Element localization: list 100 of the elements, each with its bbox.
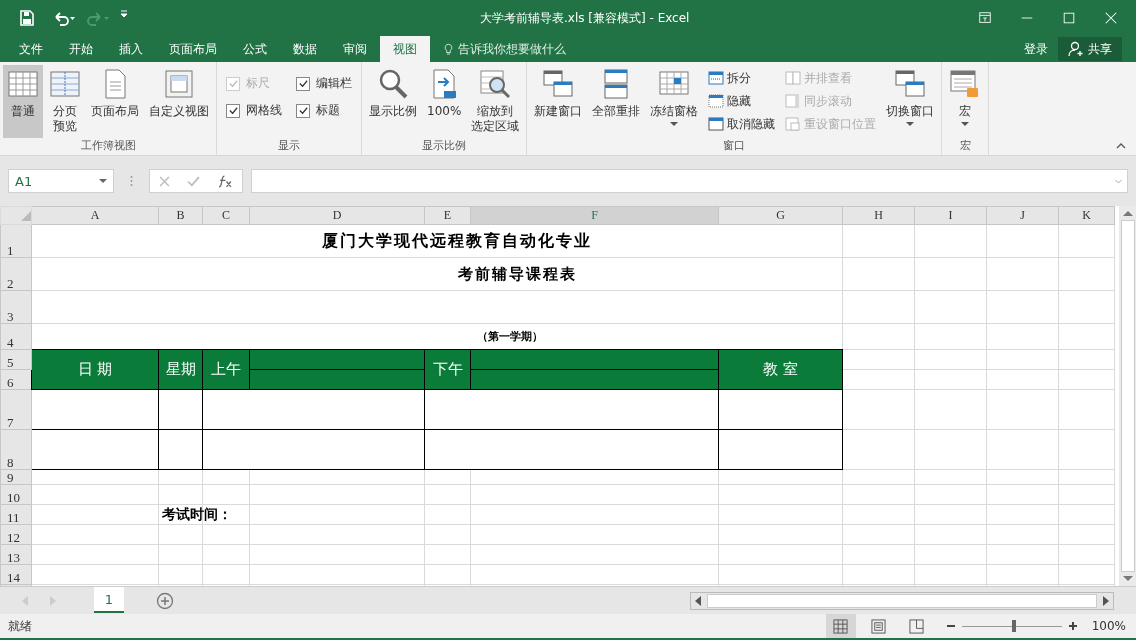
caret-icon bbox=[120, 10, 128, 18]
grid-icon bbox=[7, 68, 39, 100]
scroll-up-icon[interactable] bbox=[1122, 210, 1133, 216]
group-label: 宏 bbox=[958, 138, 972, 154]
row-header[interactable]: 8 bbox=[0, 429, 32, 470]
row-header[interactable]: 6 bbox=[0, 369, 32, 390]
checkbox[interactable]: 编辑栏 bbox=[296, 75, 352, 92]
ribbon-button[interactable]: 缩放到 选定区域 bbox=[467, 65, 524, 138]
vertical-scrollbar[interactable] bbox=[1119, 206, 1136, 586]
column-header[interactable]: J bbox=[986, 206, 1059, 225]
check-icon[interactable] bbox=[187, 175, 201, 187]
check-icon bbox=[297, 78, 309, 89]
ribbon-tab[interactable]: 开始 bbox=[56, 36, 106, 62]
scroll-down-icon[interactable] bbox=[1122, 576, 1133, 582]
ribbon-tab[interactable]: 数据 bbox=[280, 36, 330, 62]
ribbon-button[interactable]: 分页 预览 bbox=[45, 65, 85, 138]
status-text: 就绪 bbox=[8, 617, 32, 635]
ribbon-button[interactable]: 拆分 bbox=[708, 69, 776, 87]
ribbon-button[interactable]: 隐藏 bbox=[708, 92, 776, 110]
ribbon-button[interactable]: 100% bbox=[423, 65, 466, 138]
close-icon[interactable] bbox=[1104, 11, 1118, 25]
column-header[interactable]: G bbox=[718, 206, 843, 225]
column-header[interactable]: I bbox=[914, 206, 987, 225]
column-header[interactable]: D bbox=[249, 206, 425, 225]
zoom-slider-thumb[interactable] bbox=[1011, 620, 1016, 632]
row-header[interactable]: 11 bbox=[0, 504, 32, 525]
normal-view-button[interactable] bbox=[825, 614, 856, 638]
zoom-slider[interactable] bbox=[961, 619, 1062, 633]
horizontal-scrollbar[interactable] bbox=[690, 591, 1114, 610]
sheet-tab[interactable]: 1 bbox=[94, 587, 124, 613]
magnifier-grid-icon bbox=[479, 68, 512, 100]
ribbon-tab[interactable]: 页面布局 bbox=[156, 36, 230, 62]
collapse-ribbon-icon[interactable] bbox=[1116, 143, 1126, 149]
row-header[interactable]: 5 bbox=[0, 349, 32, 370]
ribbon-button[interactable]: 宏 bbox=[945, 65, 986, 138]
row-header[interactable]: 7 bbox=[0, 389, 32, 430]
column-header[interactable]: F bbox=[470, 206, 719, 225]
ribbon-button[interactable]: 普通 bbox=[3, 65, 43, 138]
column-header[interactable]: H bbox=[842, 206, 915, 225]
insert-function-icon[interactable] bbox=[218, 174, 234, 188]
ribbon-button[interactable]: 新建窗口 bbox=[530, 65, 587, 138]
search-icon bbox=[377, 68, 409, 100]
column-header[interactable]: C bbox=[202, 206, 250, 225]
add-sheet-icon[interactable] bbox=[156, 591, 174, 610]
row-header[interactable]: 4 bbox=[0, 323, 32, 350]
windows-icon bbox=[894, 68, 927, 100]
reset-window-icon bbox=[785, 116, 802, 132]
group-label: 窗口 bbox=[722, 138, 747, 154]
redo-icon bbox=[86, 10, 110, 26]
ribbon-button[interactable]: 自定义视图 bbox=[145, 65, 213, 138]
ribbon-tab[interactable]: 公式 bbox=[230, 36, 280, 62]
row-header[interactable]: 12 bbox=[0, 524, 32, 545]
zoom-in-icon[interactable] bbox=[1067, 621, 1078, 631]
scroll-right-icon[interactable] bbox=[1103, 595, 1109, 606]
row-header[interactable]: 1 bbox=[0, 224, 32, 258]
formula-input[interactable] bbox=[251, 169, 1128, 193]
ribbon-tab[interactable]: 视图 bbox=[380, 36, 430, 62]
page-icon bbox=[871, 618, 887, 634]
caret-icon bbox=[99, 179, 107, 183]
scroll-left-icon[interactable] bbox=[695, 595, 701, 606]
sync-scroll-icon bbox=[785, 93, 802, 109]
row-header[interactable]: 2 bbox=[0, 257, 32, 291]
share-button[interactable]: 共享 bbox=[1058, 37, 1122, 61]
group-label: 显示 bbox=[277, 138, 301, 154]
column-header[interactable]: A bbox=[31, 206, 159, 225]
hide-window-icon bbox=[708, 93, 725, 109]
page-grid-icon bbox=[49, 68, 81, 100]
column-header[interactable]: E bbox=[424, 206, 471, 225]
tell-me-field[interactable]: 告诉我你想要做什么 bbox=[458, 40, 566, 58]
ribbon-display-options-icon[interactable] bbox=[978, 11, 992, 25]
grip-icon bbox=[130, 175, 133, 187]
ribbon-button[interactable]: 取消隐藏 bbox=[708, 115, 776, 133]
maximize-icon[interactable] bbox=[1062, 11, 1076, 25]
checkbox[interactable]: 标题 bbox=[296, 102, 352, 119]
zoom-level[interactable]: 100% bbox=[1091, 619, 1126, 633]
column-header[interactable]: K bbox=[1058, 206, 1115, 225]
ribbon-button[interactable]: 冻结窗格 bbox=[646, 65, 703, 138]
column-header[interactable]: B bbox=[158, 206, 203, 225]
table-header-cell: 星期 bbox=[158, 349, 203, 390]
check-icon bbox=[297, 105, 309, 116]
ribbon-tab[interactable]: 文件 bbox=[6, 36, 56, 62]
cancel-icon[interactable] bbox=[158, 175, 170, 187]
ribbon-button[interactable]: 页面布局 bbox=[87, 65, 143, 138]
table-header-cell: 上午 bbox=[202, 349, 250, 390]
ribbon-button[interactable]: 显示比例 bbox=[365, 65, 421, 138]
ribbon-tab[interactable]: 插入 bbox=[106, 36, 156, 62]
checkbox[interactable]: 网格线 bbox=[226, 102, 282, 119]
check-icon bbox=[227, 78, 239, 89]
ribbon-tab[interactable]: 审阅 bbox=[330, 36, 380, 62]
ribbon-button[interactable]: 切换窗口 bbox=[882, 65, 939, 138]
name-box[interactable]: A1 bbox=[8, 169, 114, 193]
term-label: （第一学期） bbox=[477, 330, 543, 343]
row-header[interactable]: 10 bbox=[0, 484, 32, 505]
row-header[interactable]: 13 bbox=[0, 544, 32, 565]
window-frame-icon bbox=[163, 68, 195, 100]
sign-in-link[interactable]: 登录 bbox=[1014, 36, 1058, 62]
ribbon-button[interactable]: 全部重排 bbox=[588, 65, 645, 138]
undo-button[interactable] bbox=[52, 10, 76, 26]
row-header[interactable]: 14 bbox=[0, 564, 32, 585]
row-header[interactable]: 3 bbox=[0, 290, 32, 324]
